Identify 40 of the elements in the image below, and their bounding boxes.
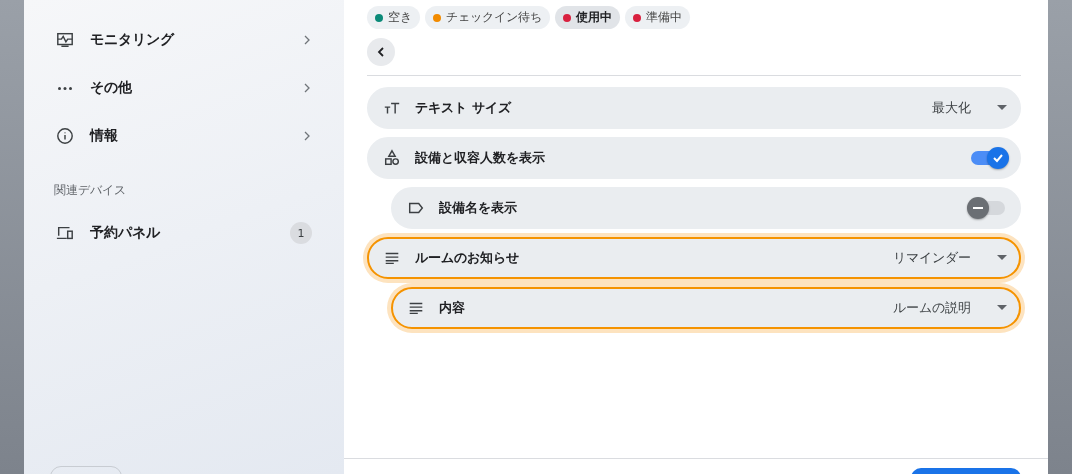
- status-label: チェックイン待ち: [446, 9, 542, 26]
- dropdown-row[interactable]: テキスト サイズ 最大化: [367, 87, 1021, 129]
- setting-label: 設備と収容人数を表示: [415, 149, 546, 167]
- chevron-right-icon: [302, 131, 312, 141]
- chevron-right-icon: [302, 83, 312, 93]
- setting-label: ルームのお知らせ: [415, 249, 520, 267]
- back-button[interactable]: [367, 38, 395, 66]
- caret-icon: [997, 105, 1007, 111]
- more-icon: [58, 86, 72, 90]
- caret-icon: [997, 255, 1007, 261]
- toggle-row[interactable]: 設備と収容人数を表示: [367, 137, 1021, 179]
- nav-item[interactable]: その他: [24, 64, 344, 112]
- monitor-pulse-icon: [56, 31, 74, 49]
- status-chip[interactable]: 空き: [367, 6, 420, 29]
- status-chip[interactable]: 準備中: [625, 6, 690, 29]
- check-icon: [992, 152, 1004, 164]
- nav-item[interactable]: 情報: [24, 112, 344, 160]
- caret-icon: [997, 305, 1007, 311]
- status-label: 使用中: [576, 9, 612, 26]
- section-title: 関連デバイス: [53, 182, 127, 199]
- devices-icon: [56, 224, 74, 242]
- nav-item[interactable]: モニタリング: [24, 16, 344, 64]
- chevron-left-icon: [377, 47, 385, 57]
- chevron-right-icon: [302, 35, 312, 45]
- count-badge: 1: [290, 222, 312, 244]
- status-chip[interactable]: 使用中: [555, 6, 620, 29]
- setting-label: テキスト サイズ: [415, 99, 513, 117]
- status-label: 準備中: [646, 9, 682, 26]
- status-chip[interactable]: チェックイン待ち: [425, 6, 550, 29]
- shapes-icon: [383, 149, 401, 167]
- minus-icon: [973, 207, 983, 209]
- setting-label: 設備名を表示: [439, 199, 518, 217]
- dropdown-value: リマインダー: [893, 249, 971, 267]
- toggle-row[interactable]: 設備名を表示: [391, 187, 1021, 229]
- status-label: 空き: [388, 9, 412, 26]
- info-icon: [56, 127, 74, 145]
- device-item[interactable]: 予約パネル 1: [24, 209, 344, 257]
- dropdown-value: ルームの説明: [893, 299, 971, 317]
- setting-label: 内容: [439, 299, 466, 317]
- dropdown-value: 最大化: [932, 99, 971, 117]
